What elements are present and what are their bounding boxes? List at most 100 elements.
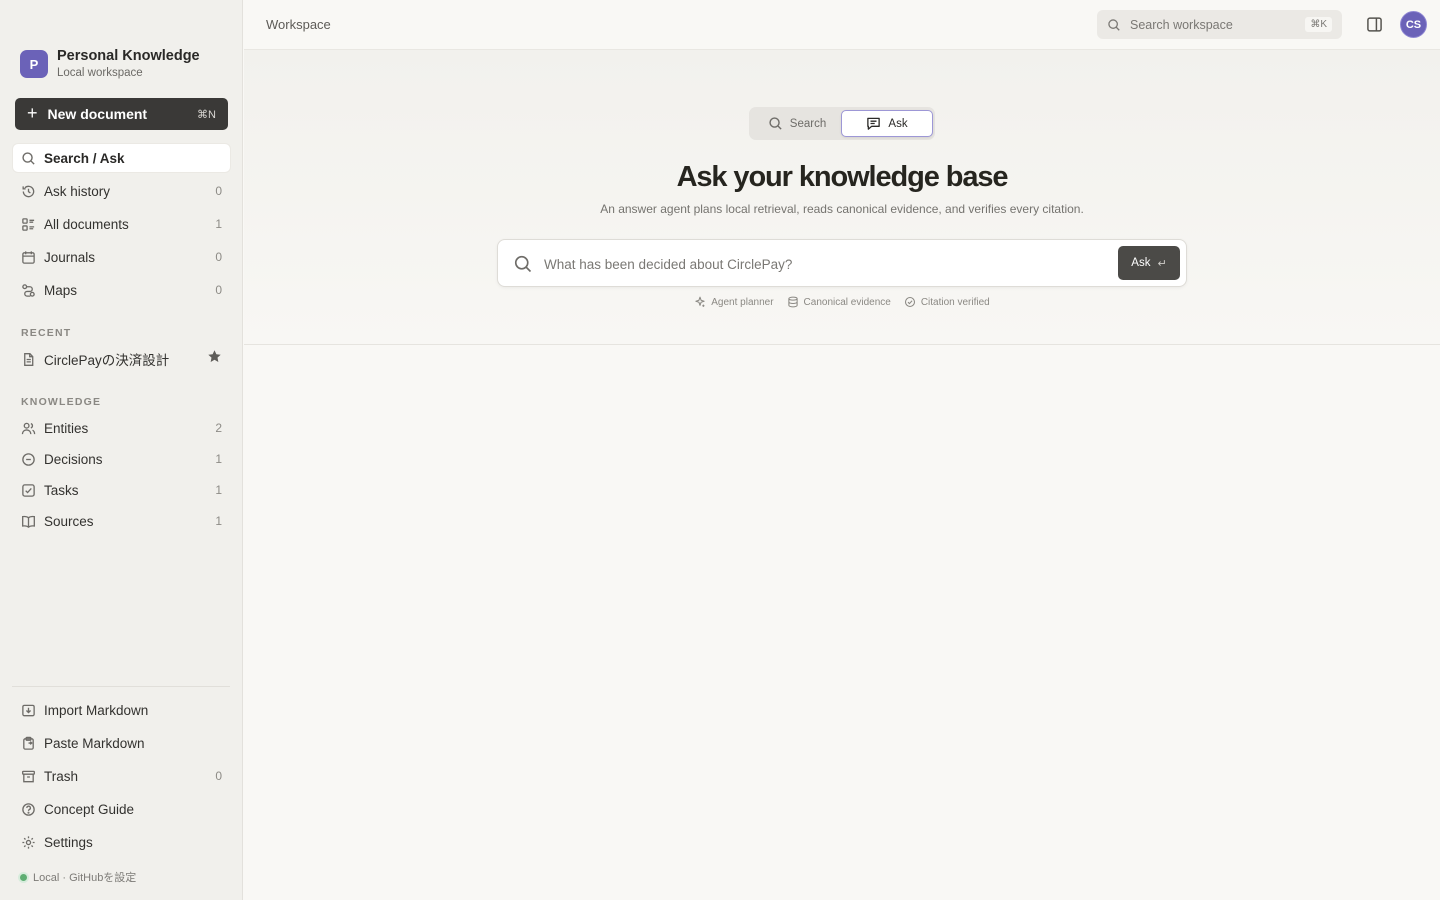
help-icon xyxy=(21,802,36,817)
plus-icon: + xyxy=(27,103,38,123)
workspace-title: Personal Knowledge xyxy=(57,48,200,64)
mode-ask-label: Ask xyxy=(888,117,908,130)
nav-count: 0 xyxy=(215,283,222,297)
search-icon xyxy=(768,116,783,131)
chip-label: Agent planner xyxy=(711,296,774,308)
ask-box: Ask ↵ xyxy=(497,239,1187,287)
nav-label: Maps xyxy=(44,282,78,298)
nav-item-ask-history[interactable]: Ask history 0 xyxy=(13,177,230,205)
nav-item-journals[interactable]: Journals 0 xyxy=(13,243,230,271)
recent-heading: RECENT xyxy=(21,327,72,339)
gear-icon xyxy=(21,835,36,850)
import-icon xyxy=(21,703,36,718)
new-document-shortcut: ⌘N xyxy=(197,108,216,121)
nav-label: Import Markdown xyxy=(44,702,149,718)
nav-count: 1 xyxy=(215,514,222,528)
nav-count: 2 xyxy=(215,421,222,435)
new-document-label: New document xyxy=(47,106,148,122)
chip-canonical-evidence: Canonical evidence xyxy=(787,296,891,308)
documents-icon xyxy=(21,217,36,232)
page-subtitle: An answer agent plans local retrieval, r… xyxy=(600,202,1084,216)
workspace-search-placeholder: Search workspace xyxy=(1130,17,1233,32)
chip-citation-verified: Citation verified xyxy=(904,296,990,308)
nav-item-maps[interactable]: Maps 0 xyxy=(13,276,230,304)
nav-label: Journals xyxy=(44,249,96,265)
users-icon xyxy=(21,421,36,436)
sidebar-divider xyxy=(12,686,230,687)
panel-toggle-icon[interactable] xyxy=(1366,16,1383,33)
workspace-search-shortcut: ⌘K xyxy=(1305,17,1332,32)
nav-label: Paste Markdown xyxy=(44,735,145,751)
mode-toggle: Search Ask xyxy=(749,107,935,140)
status-dot xyxy=(20,873,27,881)
nav-count: 0 xyxy=(215,769,222,783)
workspace-subtitle: Local workspace xyxy=(57,67,143,79)
nav-item-entities[interactable]: Entities 2 xyxy=(13,414,230,442)
workspace-switcher[interactable]: P Personal Knowledge Local workspace xyxy=(20,48,200,80)
nav-count: 1 xyxy=(215,452,222,466)
nav-label: Tasks xyxy=(44,482,79,498)
calendar-icon xyxy=(21,250,36,265)
nav-count: 0 xyxy=(215,250,222,264)
history-icon xyxy=(21,184,36,199)
nav-label: Decisions xyxy=(44,451,103,467)
ask-button[interactable]: Ask ↵ xyxy=(1118,246,1180,280)
mode-search-label: Search xyxy=(789,117,827,130)
recent-item-label: CirclePayの決済設計 xyxy=(44,353,170,368)
nav-item-decisions[interactable]: Decisions 1 xyxy=(13,445,230,473)
chip-label: Canonical evidence xyxy=(803,296,891,308)
book-icon xyxy=(21,514,36,529)
nav-item-settings[interactable]: Settings xyxy=(13,828,230,856)
task-icon xyxy=(21,483,36,498)
workspace-search[interactable]: Search workspace ⌘K xyxy=(1097,10,1342,39)
chip-agent-planner: Agent planner xyxy=(694,296,774,308)
database-icon xyxy=(787,296,799,308)
document-icon xyxy=(21,352,36,367)
mode-search-tab[interactable]: Search xyxy=(753,110,841,137)
nav-item-tasks[interactable]: Tasks 1 xyxy=(13,476,230,504)
nav-count: 0 xyxy=(215,184,222,198)
ask-input[interactable] xyxy=(544,252,1104,276)
nav-count: 1 xyxy=(215,217,222,231)
nav-item-concept-guide[interactable]: Concept Guide xyxy=(13,795,230,823)
search-icon xyxy=(21,151,36,166)
sparkle-icon xyxy=(694,296,706,308)
search-icon xyxy=(513,254,533,274)
nav-item-sources[interactable]: Sources 1 xyxy=(13,507,230,535)
chip-label: Citation verified xyxy=(920,296,990,308)
nav-item-trash[interactable]: Trash 0 xyxy=(13,762,230,790)
page-title: Ask your knowledge base xyxy=(676,161,1009,193)
ask-hero: Search Ask Ask your knowledge base An an… xyxy=(244,50,1440,345)
nav-label: Trash xyxy=(44,768,79,784)
sidebar: P Personal Knowledge Local workspace + N… xyxy=(0,0,243,900)
nav-label: Settings xyxy=(44,834,93,850)
trash-icon xyxy=(21,769,36,784)
nav-item-all-documents[interactable]: All documents 1 xyxy=(13,210,230,238)
breadcrumb[interactable]: Workspace xyxy=(266,17,331,32)
nav-count: 1 xyxy=(215,483,222,497)
nav-item-paste-markdown[interactable]: Paste Markdown xyxy=(13,729,230,757)
nav-item-search-ask[interactable]: Search / Ask xyxy=(13,144,230,172)
sync-status[interactable]: Local · GitHubを設定 xyxy=(20,869,136,885)
nav-label: Ask history xyxy=(44,183,111,199)
nav-label: Search / Ask xyxy=(44,150,125,166)
check-circle-icon xyxy=(904,296,916,308)
decision-icon xyxy=(21,452,36,467)
new-document-button[interactable]: + New document ⌘N xyxy=(15,98,228,130)
enter-icon: ↵ xyxy=(1157,257,1167,270)
knowledge-heading: KNOWLEDGE xyxy=(21,396,102,408)
nav-label: Concept Guide xyxy=(44,801,135,817)
map-icon xyxy=(21,283,36,298)
ask-button-label: Ask xyxy=(1131,257,1151,269)
capability-chips: Agent planner Canonical evidence Citatio… xyxy=(244,296,1440,308)
nav-item-import-markdown[interactable]: Import Markdown xyxy=(13,696,230,724)
mode-ask-tab[interactable]: Ask xyxy=(841,110,933,137)
nav-label: All documents xyxy=(44,216,129,232)
top-bar: Workspace Search workspace ⌘K CS xyxy=(244,0,1440,50)
nav-label: Entities xyxy=(44,420,89,436)
star-icon[interactable] xyxy=(207,349,222,369)
recent-item[interactable]: CirclePayの決済設計 xyxy=(13,345,230,373)
chat-icon xyxy=(866,116,881,131)
status-text: Local · GitHubを設定 xyxy=(33,872,137,884)
user-avatar[interactable]: CS xyxy=(1400,11,1427,38)
